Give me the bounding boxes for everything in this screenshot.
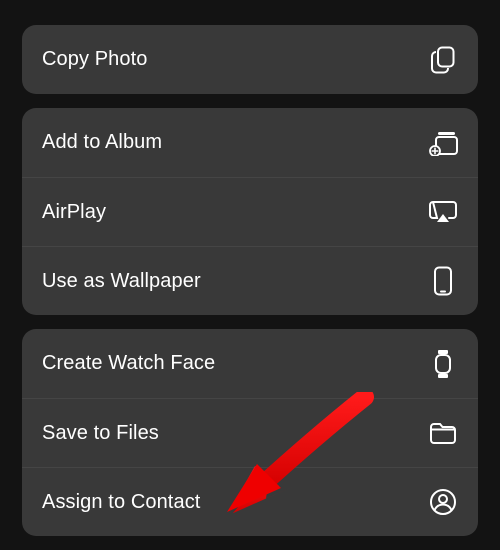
copy-photo-label: Copy Photo xyxy=(42,48,148,71)
add-to-album-row[interactable]: Add to Album xyxy=(22,108,478,177)
save-to-files-label: Save to Files xyxy=(42,422,159,445)
contact-icon xyxy=(428,487,458,517)
create-watch-face-label: Create Watch Face xyxy=(42,352,215,375)
airplay-label: AirPlay xyxy=(42,201,106,224)
save-to-files-row[interactable]: Save to Files xyxy=(22,398,478,467)
assign-to-contact-label: Assign to Contact xyxy=(42,491,200,514)
create-watch-face-row[interactable]: Create Watch Face xyxy=(22,329,478,398)
folder-icon xyxy=(428,418,458,448)
airplay-icon xyxy=(428,197,458,227)
action-group-2: Add to Album AirPlay Use as xyxy=(22,108,478,315)
copy-photo-row[interactable]: Copy Photo xyxy=(22,25,478,94)
use-as-wallpaper-label: Use as Wallpaper xyxy=(42,270,201,293)
action-group-3: Create Watch Face Save to Files Assign t… xyxy=(22,329,478,536)
airplay-row[interactable]: AirPlay xyxy=(22,177,478,246)
add-to-album-label: Add to Album xyxy=(42,131,162,154)
add-to-album-icon xyxy=(428,128,458,158)
assign-to-contact-row[interactable]: Assign to Contact xyxy=(22,467,478,536)
watch-icon xyxy=(428,349,458,379)
copy-icon xyxy=(428,45,458,75)
action-sheet: Copy Photo Add to Album xyxy=(22,25,478,550)
use-as-wallpaper-row[interactable]: Use as Wallpaper xyxy=(22,246,478,315)
action-group-1: Copy Photo xyxy=(22,25,478,94)
phone-icon xyxy=(428,266,458,296)
